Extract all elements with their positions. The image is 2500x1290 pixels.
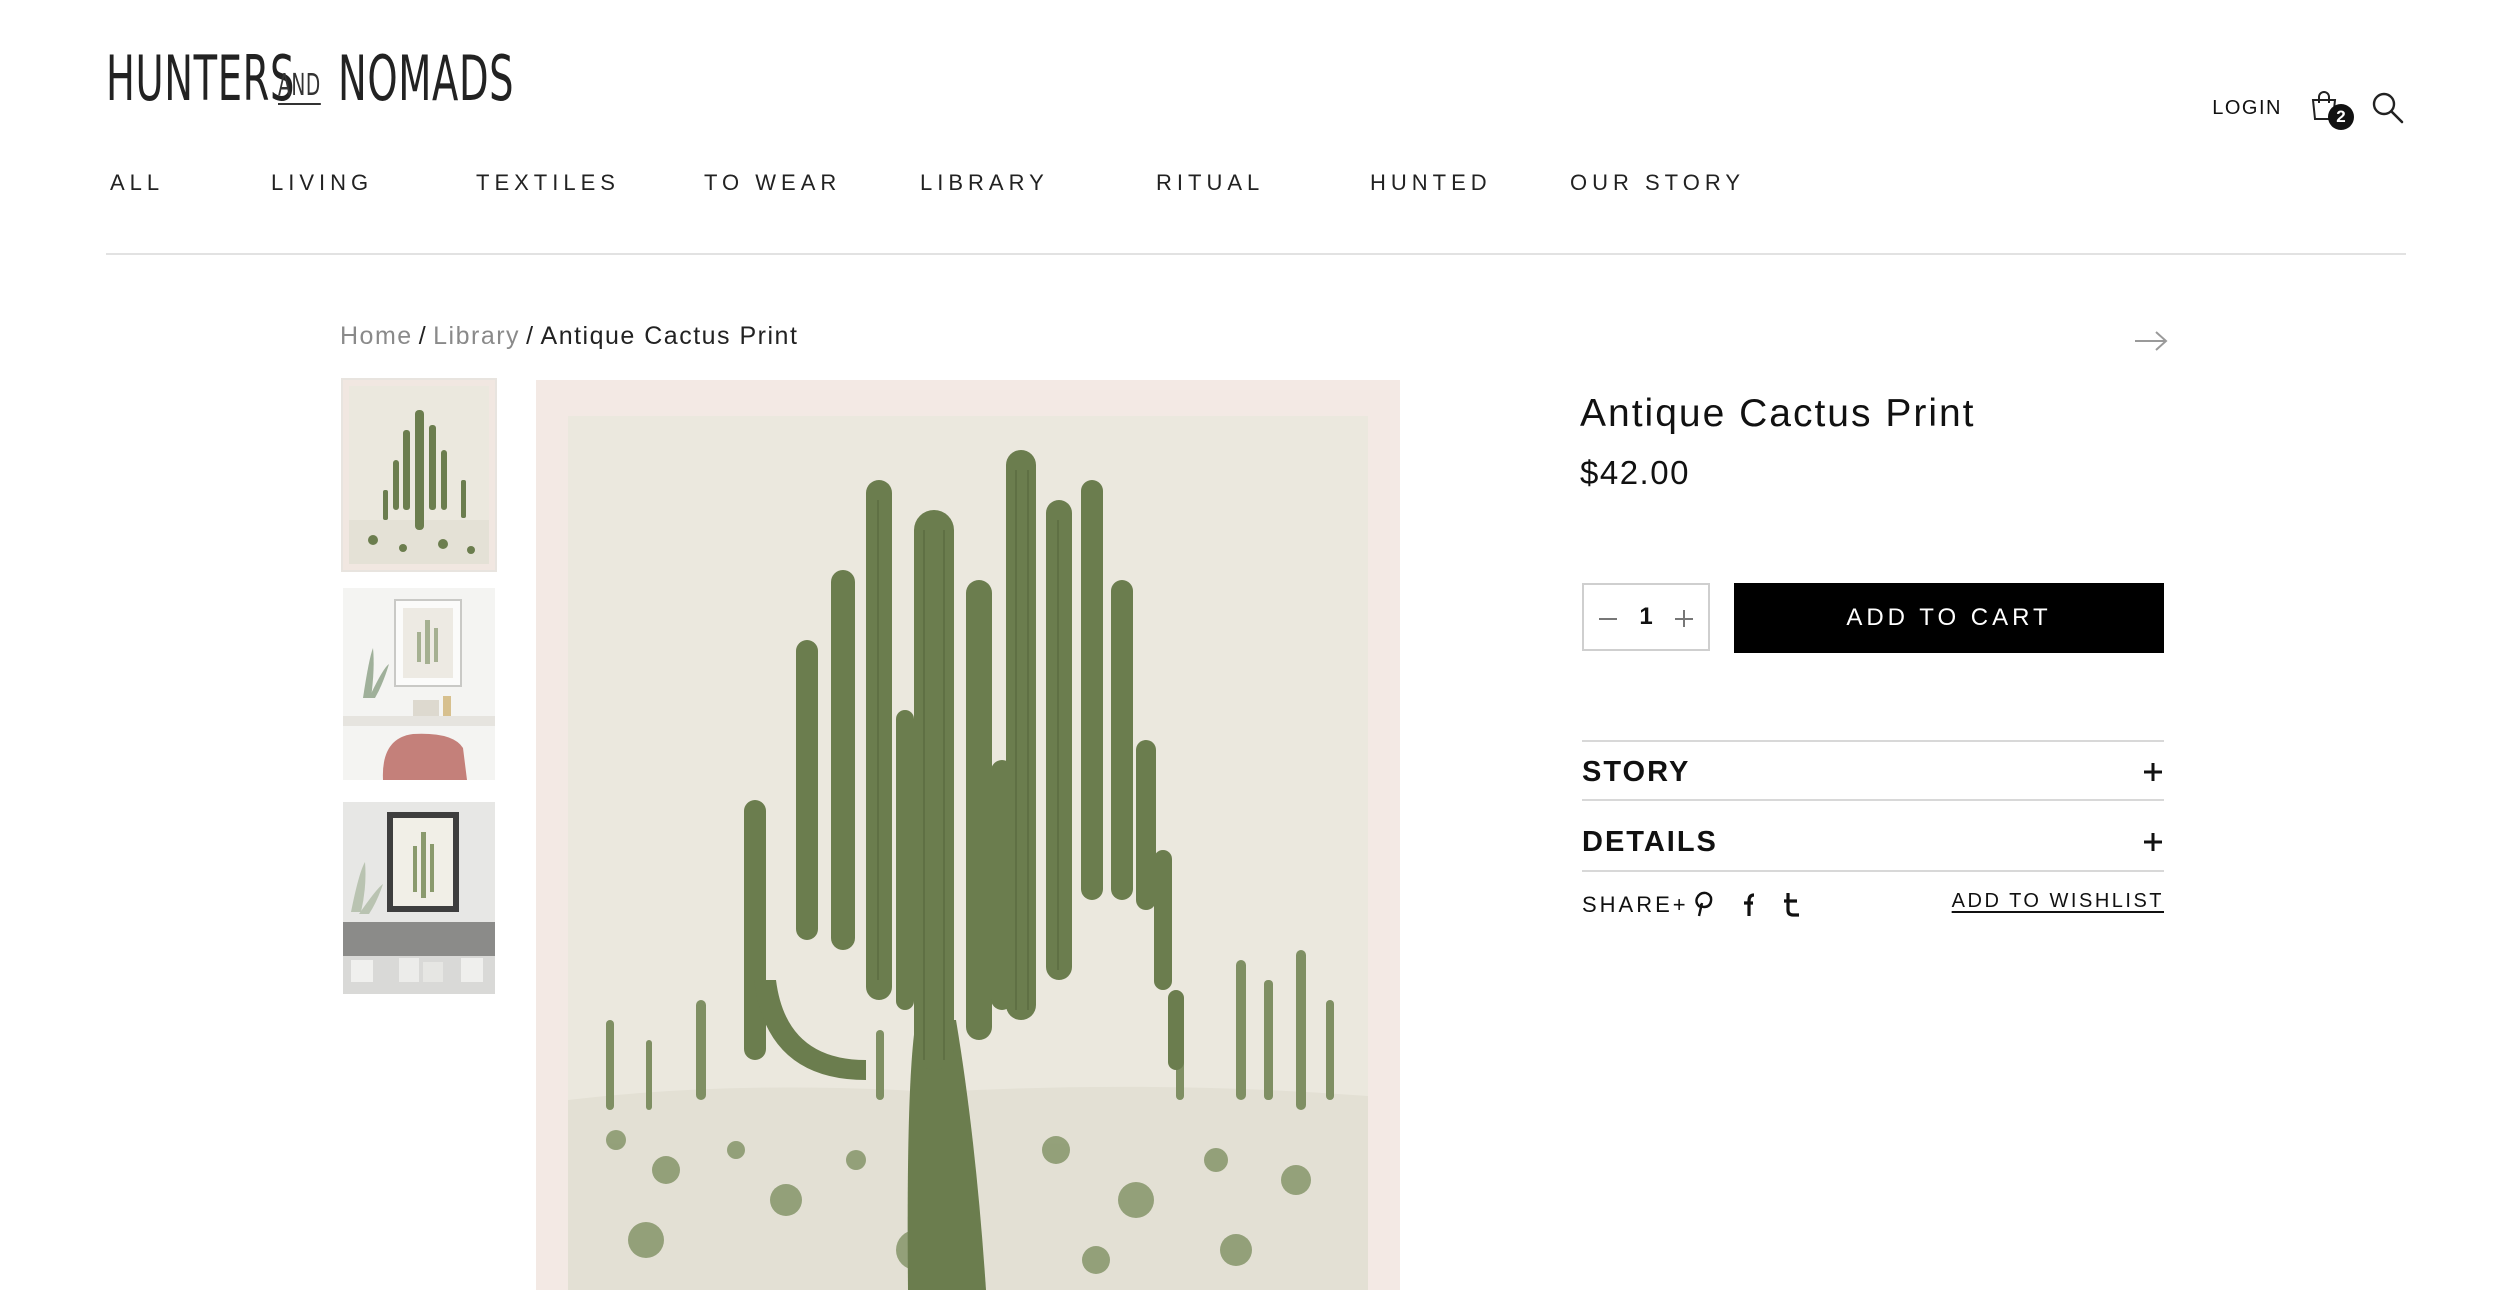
add-to-cart-button[interactable]: ADD TO CART (1734, 583, 2164, 653)
header-divider (106, 253, 2406, 255)
quantity-stepper (1582, 583, 1710, 651)
breadcrumb-current: Antique Cactus Print (540, 322, 799, 350)
pinterest-icon (1695, 891, 1713, 917)
header-utilities: LOGIN 2 (2212, 90, 2406, 130)
share-pinterest-button[interactable] (1690, 890, 1716, 918)
cart-button[interactable]: 2 (2308, 90, 2354, 130)
logo-word-and: AND (278, 68, 321, 103)
framed-print-thumbnail-image (343, 802, 495, 994)
arrow-right-icon (2135, 331, 2168, 351)
quantity-input[interactable] (1631, 603, 1661, 631)
product-thumbnail-1[interactable] (341, 378, 497, 572)
quantity-increase-button[interactable] (1672, 605, 1696, 629)
nav-item-ritual[interactable]: RITUAL (1156, 170, 1264, 196)
room-scene-thumbnail-image (343, 588, 495, 780)
nav-item-library[interactable]: LIBRARY (920, 170, 1049, 196)
accordion-details-label: DETAILS (1582, 825, 1718, 858)
nav-item-to-wear[interactable]: TO WEAR (704, 170, 841, 196)
login-link[interactable]: LOGIN (2212, 97, 2282, 120)
nav-item-living[interactable]: LIVING (271, 170, 373, 196)
nav-item-hunted[interactable]: HUNTED (1370, 170, 1492, 196)
tumblr-icon (1784, 893, 1799, 917)
facebook-icon (1744, 893, 1755, 916)
share-label: SHARE+ (1582, 892, 1689, 917)
breadcrumb-home-link[interactable]: Home (340, 322, 413, 350)
cactus-print-thumbnail-image (343, 380, 495, 570)
accordion-story-label: STORY (1582, 755, 1691, 788)
add-to-wishlist-link[interactable]: ADD TO WISHLIST (1952, 890, 2164, 913)
accordion-divider (1582, 870, 2164, 872)
search-button[interactable] (2370, 90, 2406, 126)
next-product-button[interactable] (2134, 330, 2168, 352)
plus-icon (2144, 833, 2162, 851)
search-icon (2372, 92, 2404, 124)
product-thumbnail-2[interactable] (343, 588, 495, 780)
product-price: $42.00 (1580, 454, 1690, 491)
product-main-image[interactable] (536, 380, 1400, 1290)
nav-item-all[interactable]: ALL (110, 170, 164, 196)
breadcrumb: Home / Library / Antique Cactus Print (340, 322, 798, 351)
logo-word-hunters: HUNTERS (106, 42, 296, 115)
quantity-decrease-button[interactable] (1596, 605, 1620, 629)
nav-item-our-story[interactable]: OUR STORY (1570, 170, 1745, 196)
cactus-print-image (536, 380, 1400, 1290)
cart-count-badge: 2 (2328, 104, 2354, 130)
breadcrumb-separator: / (418, 322, 428, 350)
minus-icon (1599, 618, 1617, 620)
share-tumblr-button[interactable] (1778, 890, 1804, 918)
logo-word-nomads: NOMADS (338, 42, 515, 115)
plus-icon (2144, 763, 2162, 781)
accordion-details[interactable]: DETAILS (1582, 814, 2164, 870)
accordion-story[interactable]: STORY (1582, 744, 2164, 800)
breadcrumb-separator: / (526, 322, 535, 350)
share-facebook-button[interactable] (1734, 890, 1760, 918)
plus-icon (1675, 610, 1693, 627)
breadcrumb-library-link[interactable]: Library (433, 322, 520, 350)
nav-item-textiles[interactable]: TEXTILES (476, 170, 620, 196)
accordion-divider (1582, 740, 2164, 742)
product-title: Antique Cactus Print (1580, 392, 1976, 435)
product-thumbnail-3[interactable] (343, 802, 495, 994)
accordion-divider (1582, 799, 2164, 801)
